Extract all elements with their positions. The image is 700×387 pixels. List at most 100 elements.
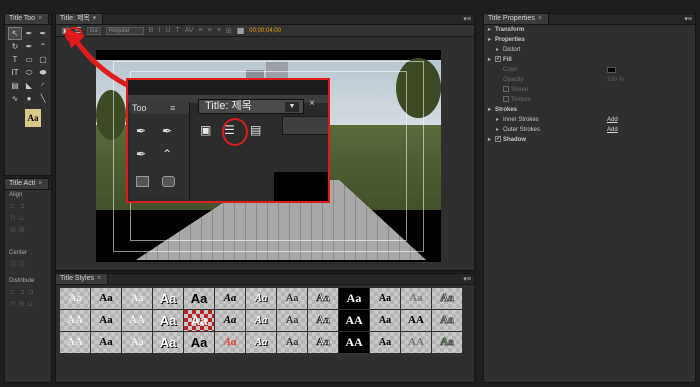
add-link[interactable]: Add	[607, 115, 618, 125]
font-field[interactable]	[282, 116, 328, 135]
center-h-icon[interactable]: ⊡	[10, 260, 16, 268]
distribute-top-icon[interactable]: ⊓	[10, 300, 15, 308]
align-center-text-icon[interactable]: ≡	[208, 27, 212, 34]
expand-triangle-icon[interactable]: ▸	[488, 55, 495, 65]
property-row[interactable]: ▸ ✓ Shadow	[484, 135, 695, 145]
style-swatch[interactable]: Aa	[339, 288, 369, 309]
properties-tab[interactable]: Title Properties ×	[484, 14, 549, 24]
panel-menu-icon[interactable]: ≡	[170, 103, 175, 113]
clipped-rect-tool-icon[interactable]: ⬭	[23, 67, 35, 78]
style-swatch[interactable]: Aa	[246, 332, 276, 353]
line-tool-icon[interactable]: ╲	[37, 93, 49, 104]
property-row[interactable]: Sheen	[484, 85, 695, 95]
timecode[interactable]: 00;00;04;00	[249, 28, 281, 34]
distribute-center-icon[interactable]: ⊐	[19, 288, 25, 296]
style-swatch[interactable]: Aa	[184, 288, 214, 309]
style-swatch[interactable]: Aa	[122, 332, 152, 353]
style-swatch[interactable]: Aa	[432, 332, 462, 353]
wedge-tool-icon[interactable]: ◣	[23, 80, 35, 91]
checkbox[interactable]	[503, 86, 509, 93]
delete-anchor-icon[interactable]: ✒	[37, 28, 49, 39]
rotation-tool-icon[interactable]: ↻	[9, 41, 21, 52]
align-left-text-icon[interactable]: ≡	[199, 27, 203, 34]
templates-icon[interactable]: ▤	[250, 123, 261, 137]
expand-triangle-icon[interactable]: ▸	[488, 135, 495, 145]
new-title-icon[interactable]: ▣	[200, 123, 211, 137]
property-row[interactable]: ▸ Distort	[484, 45, 695, 55]
style-swatch[interactable]: Aa	[277, 310, 307, 331]
style-swatch[interactable]: Aa	[215, 332, 245, 353]
checkbox[interactable]: ✓	[495, 136, 501, 143]
style-swatch[interactable]: Aa	[432, 288, 462, 309]
panel-menu-icon[interactable]: ▾≡	[463, 15, 471, 23]
close-icon[interactable]: ×	[97, 274, 101, 284]
property-row[interactable]: ▸ ✓ Fill	[484, 55, 695, 65]
align-right-text-icon[interactable]: ≡	[217, 27, 221, 34]
rounded-rect-tool-icon[interactable]	[162, 176, 175, 187]
style-swatch[interactable]: Aa	[91, 332, 121, 353]
tools-tab[interactable]: Title Too ×	[5, 14, 50, 24]
style-swatch[interactable]: Aa	[308, 332, 338, 353]
styles-tab[interactable]: Title Styles ×	[56, 274, 109, 284]
vertical-type-icon[interactable]: IT	[9, 67, 21, 78]
align-left-icon[interactable]: ⊏	[10, 202, 16, 210]
property-row[interactable]: Texture	[484, 95, 695, 105]
convert-anchor-icon[interactable]: ⌃	[37, 41, 49, 52]
add-link[interactable]: Add	[607, 125, 618, 135]
style-swatch[interactable]: Aa	[91, 310, 121, 331]
color-swatch[interactable]	[607, 67, 616, 73]
expand-triangle-icon[interactable]: ▸	[496, 45, 503, 55]
distribute-bottom-icon[interactable]: ⊔	[27, 300, 32, 308]
property-row[interactable]: Color	[484, 65, 695, 75]
style-swatch[interactable]: Aa	[246, 310, 276, 331]
style-swatch[interactable]: AA	[339, 332, 369, 353]
actions-tab[interactable]: Title Acti ×	[5, 179, 50, 189]
property-value[interactable]: 100 %	[607, 75, 624, 85]
rounded-rect-tool-icon[interactable]: ▢	[37, 54, 49, 65]
expand-triangle-icon[interactable]: ▸	[496, 125, 503, 135]
close-icon[interactable]: ×	[538, 14, 542, 24]
style-swatch[interactable]: Aa	[277, 332, 307, 353]
style-swatch[interactable]: Aa	[370, 288, 400, 309]
type-tool-icon[interactable]: T	[9, 54, 21, 65]
panel-menu-icon[interactable]: ▾≡	[684, 15, 692, 23]
add-anchor-icon[interactable]: ✒	[23, 41, 35, 52]
distribute-left-icon[interactable]: ⊏	[10, 288, 16, 296]
style-swatch[interactable]: AA	[60, 310, 90, 331]
distribute-mid-icon[interactable]: ⊟	[18, 300, 24, 308]
arc-tool-icon[interactable]: ◜	[37, 80, 49, 91]
add-anchor-icon[interactable]: ✒	[136, 147, 146, 161]
style-swatch[interactable]: Aa	[153, 288, 183, 309]
style-swatch[interactable]: Aa	[308, 310, 338, 331]
style-swatch[interactable]: Aa	[215, 310, 245, 331]
property-row[interactable]: ▸ Properties	[484, 35, 695, 45]
expand-triangle-icon[interactable]: ▸	[488, 35, 495, 45]
style-swatch[interactable]: Aa	[308, 288, 338, 309]
style-swatch[interactable]: AA	[401, 332, 431, 353]
style-swatch[interactable]: Aa	[370, 332, 400, 353]
property-row[interactable]: Opacity 100 %	[484, 75, 695, 85]
center-v-icon[interactable]: ⊡	[19, 260, 25, 268]
style-swatch[interactable]: Aa	[277, 288, 307, 309]
rounded-corner-tool-icon[interactable]: ⬬	[37, 67, 49, 78]
style-swatch[interactable]: Aa	[401, 288, 431, 309]
align-right-icon[interactable]: ⊞	[19, 226, 25, 234]
align-bottom-icon[interactable]: ⊔	[18, 214, 23, 222]
underline-icon[interactable]: U	[165, 27, 170, 34]
checkbox[interactable]: ✓	[495, 56, 501, 63]
property-row[interactable]: ▸ Transform	[484, 25, 695, 35]
style-swatch[interactable]: Aa	[60, 288, 90, 309]
expand-triangle-icon[interactable]: ▸	[488, 105, 495, 115]
expand-triangle-icon[interactable]: ▸	[496, 115, 503, 125]
style-swatch[interactable]: Aa	[246, 288, 276, 309]
style-swatch[interactable]: AA	[60, 332, 90, 353]
style-swatch[interactable]: AA	[339, 310, 369, 331]
convert-anchor-icon[interactable]: ⌃	[162, 147, 172, 161]
show-background-icon[interactable]: ▦	[237, 26, 245, 35]
style-swatch[interactable]: Aa	[91, 288, 121, 309]
pen-tool-icon[interactable]: ✒	[136, 124, 146, 138]
delete-anchor-icon[interactable]: ✒	[162, 124, 172, 138]
italic-icon[interactable]: I	[158, 27, 160, 34]
checkbox[interactable]	[503, 96, 509, 103]
close-icon[interactable]: ×	[38, 179, 42, 189]
